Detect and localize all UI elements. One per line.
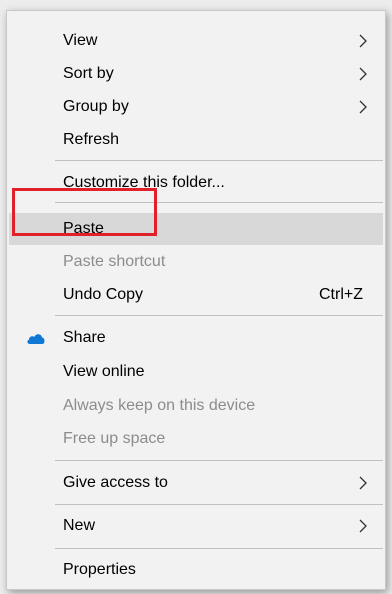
menu-item-sort-by[interactable]: Sort by xyxy=(9,58,383,90)
menu-item-label: Share xyxy=(63,329,106,346)
menu-item-label: Refresh xyxy=(63,131,120,148)
menu-item-label: Properties xyxy=(63,561,136,578)
chevron-right-icon xyxy=(359,476,367,490)
menu-item-undo-copy[interactable]: Undo Copy Ctrl+Z xyxy=(9,279,383,311)
menu-item-give-access[interactable]: Give access to xyxy=(9,467,383,499)
chevron-right-icon xyxy=(359,34,367,48)
menu-item-refresh[interactable]: Refresh xyxy=(9,124,383,156)
menu-item-paste-shortcut[interactable]: Paste shortcut xyxy=(9,246,383,278)
menu-item-view-online[interactable]: View online xyxy=(9,356,383,388)
chevron-right-icon xyxy=(359,67,367,81)
paste-highlight-box xyxy=(12,188,157,236)
menu-separator xyxy=(55,160,383,161)
menu-item-label: Sort by xyxy=(63,65,114,82)
chevron-right-icon xyxy=(359,519,367,533)
menu-item-label: Free up space xyxy=(63,430,166,447)
menu-separator xyxy=(55,315,383,316)
context-menu: View Sort by Group by Refresh Customize … xyxy=(6,10,386,590)
menu-item-label: View xyxy=(63,32,98,49)
chevron-right-icon xyxy=(359,100,367,114)
menu-item-label: Group by xyxy=(63,98,129,115)
menu-item-properties[interactable]: Properties xyxy=(9,554,383,586)
keyboard-shortcut: Ctrl+Z xyxy=(319,286,363,303)
menu-item-label: New xyxy=(63,517,96,534)
menu-item-label: Give access to xyxy=(63,474,168,491)
menu-separator xyxy=(55,548,383,549)
menu-item-free-up-space[interactable]: Free up space xyxy=(9,423,383,455)
menu-item-label: Undo Copy xyxy=(63,286,144,303)
menu-separator xyxy=(55,460,383,461)
menu-item-share[interactable]: Share xyxy=(9,322,383,354)
menu-item-group-by[interactable]: Group by xyxy=(9,91,383,123)
menu-separator xyxy=(55,504,383,505)
menu-item-label: Paste shortcut xyxy=(63,253,166,270)
menu-item-new[interactable]: New xyxy=(9,510,383,542)
menu-item-label: Always keep on this device xyxy=(63,397,256,414)
onedrive-cloud-icon xyxy=(27,334,45,344)
menu-item-label: View online xyxy=(63,363,145,380)
menu-item-always-keep[interactable]: Always keep on this device xyxy=(9,390,383,422)
menu-item-view[interactable]: View xyxy=(9,25,383,57)
